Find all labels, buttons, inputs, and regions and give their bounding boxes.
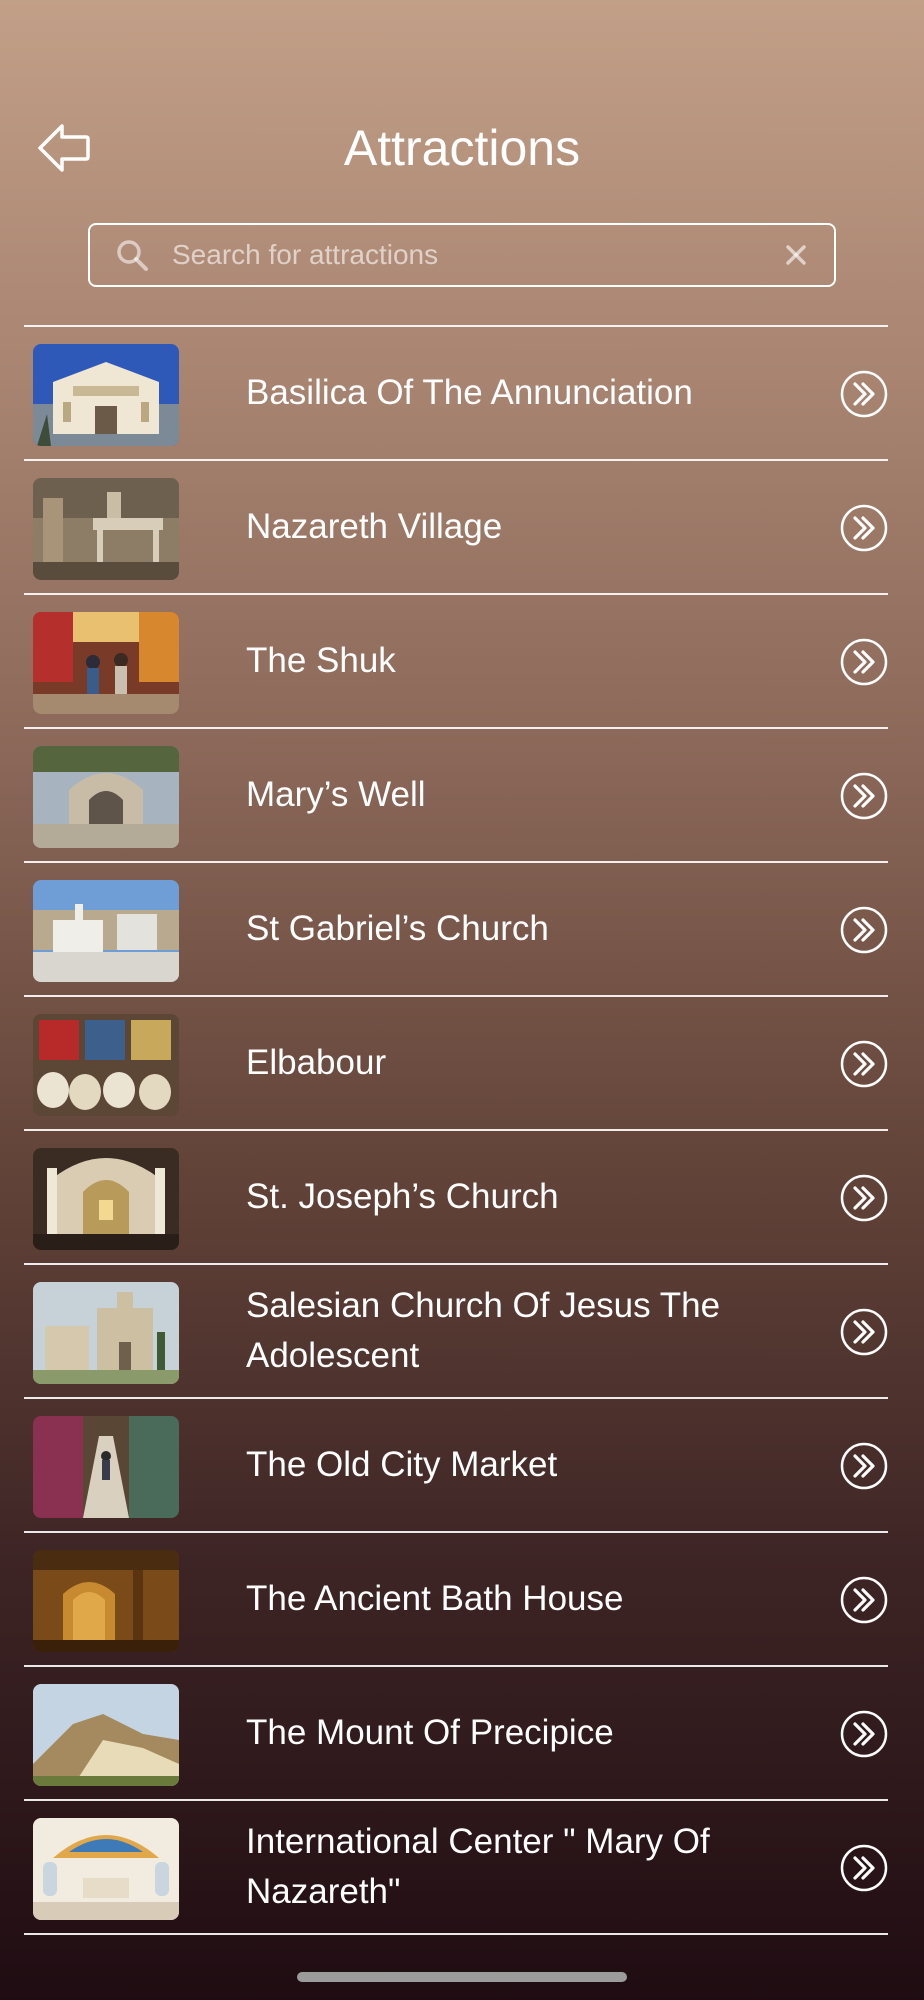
attraction-thumbnail: [33, 612, 179, 714]
list-item[interactable]: The Shuk: [24, 595, 888, 727]
chevron-double-right-icon[interactable]: [840, 370, 888, 418]
home-indicator[interactable]: [297, 1972, 627, 1982]
attraction-name: The Shuk: [246, 641, 396, 680]
chevron-double-right-icon[interactable]: [840, 1174, 888, 1222]
attraction-thumbnail: [33, 1550, 179, 1652]
chevron-double-right-icon[interactable]: [840, 638, 888, 686]
search-bar: [88, 223, 836, 287]
attraction-thumbnail: [33, 880, 179, 982]
chevron-double-right-icon[interactable]: [840, 504, 888, 552]
attraction-thumbnail: [33, 1684, 179, 1786]
chevron-double-right-icon[interactable]: [840, 1040, 888, 1088]
attraction-name: The Ancient Bath House: [246, 1579, 624, 1618]
header: Attractions: [0, 100, 924, 196]
attraction-thumbnail: [33, 1014, 179, 1116]
attraction-thumbnail: [33, 1818, 179, 1920]
attractions-list: Basilica Of The Annunciation Nazareth Vi…: [24, 325, 888, 1935]
list-item[interactable]: Salesian Church Of Jesus The Adolescent: [24, 1265, 888, 1397]
attraction-name: Basilica Of The Annunciation: [246, 373, 693, 412]
chevron-double-right-icon[interactable]: [840, 906, 888, 954]
attraction-thumbnail: [33, 1416, 179, 1518]
attraction-name: Elbabour: [246, 1043, 387, 1082]
divider: [24, 1933, 888, 1935]
attraction-name: Salesian Church Of Jesus The Adolescent: [246, 1286, 721, 1375]
attraction-name: International Center " Mary Of Nazareth": [246, 1822, 710, 1911]
attraction-thumbnail: [33, 344, 179, 446]
chevron-double-right-icon[interactable]: [840, 1844, 888, 1892]
back-button[interactable]: [34, 118, 94, 178]
attraction-name: St Gabriel’s Church: [246, 909, 549, 948]
page-title: Attractions: [343, 120, 581, 176]
chevron-double-right-icon[interactable]: [840, 1710, 888, 1758]
chevron-double-right-icon[interactable]: [840, 772, 888, 820]
chevron-double-right-icon[interactable]: [840, 1308, 888, 1356]
list-item[interactable]: The Ancient Bath House: [24, 1533, 888, 1665]
attraction-thumbnail: [33, 1282, 179, 1384]
list-item[interactable]: Elbabour: [24, 997, 888, 1129]
attraction-thumbnail: [33, 746, 179, 848]
list-item[interactable]: Mary’s Well: [24, 729, 888, 861]
attraction-thumbnail: [33, 1148, 179, 1250]
list-item[interactable]: International Center " Mary Of Nazareth": [24, 1801, 888, 1933]
attraction-name: Nazareth Village: [246, 507, 503, 546]
chevron-double-right-icon[interactable]: [840, 1576, 888, 1624]
list-item[interactable]: The Mount Of Precipice: [24, 1667, 888, 1799]
list-item[interactable]: St. Joseph’s Church: [24, 1131, 888, 1263]
attraction-name: St. Joseph’s Church: [246, 1177, 559, 1216]
list-item[interactable]: Nazareth Village: [24, 461, 888, 593]
list-item[interactable]: The Old City Market: [24, 1399, 888, 1531]
attraction-thumbnail: [33, 478, 179, 580]
attraction-name: The Mount Of Precipice: [246, 1713, 614, 1752]
attraction-name: The Old City Market: [246, 1445, 558, 1484]
back-arrow-icon: [38, 124, 90, 172]
list-item[interactable]: St Gabriel’s Church: [24, 863, 888, 995]
clear-search-icon[interactable]: [776, 235, 816, 275]
attraction-name: Mary’s Well: [246, 775, 426, 814]
list-item[interactable]: Basilica Of The Annunciation: [24, 327, 888, 459]
search-icon: [114, 237, 150, 273]
search-input[interactable]: [150, 225, 776, 285]
chevron-double-right-icon[interactable]: [840, 1442, 888, 1490]
